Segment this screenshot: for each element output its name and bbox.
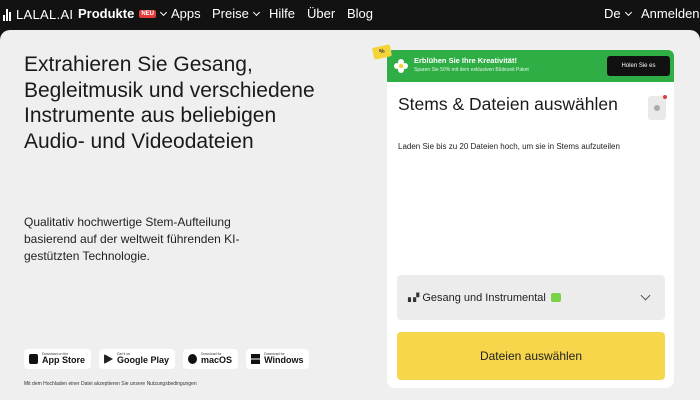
- separation-mode-select[interactable]: ▖▞ Gesang und Instrumental: [397, 275, 665, 320]
- nav-item-ueber[interactable]: Über: [307, 6, 335, 21]
- login-label: Anmelden: [641, 6, 700, 21]
- hero-subtitle: Qualitativ hochwertige Stem-Aufteilung b…: [24, 215, 240, 263]
- discount-tag: %: [371, 44, 393, 60]
- app-store-button[interactable]: Download on the App Store: [24, 349, 92, 369]
- chevron-down-icon: [624, 8, 632, 16]
- windows-icon: [251, 354, 261, 364]
- apple-icon: [29, 354, 38, 364]
- logo[interactable]: LALAL.AI: [3, 7, 73, 22]
- top-navbar: LALAL.AI Produkte NEU Apps Preise Hilfe …: [0, 0, 700, 30]
- chevron-down-icon: [159, 8, 168, 16]
- store-badges: Download on the App Store Get it on Goog…: [24, 349, 310, 369]
- nav-item-apps[interactable]: Apps: [171, 6, 201, 21]
- main-content: Extrahieren Sie Gesang, Begleitmusik und…: [0, 30, 700, 400]
- upload-card: Stems & Dateien auswählen Laden Sie bis …: [387, 82, 674, 388]
- nav-item-label: Blog: [347, 6, 374, 21]
- new-badge: NEU: [139, 9, 157, 18]
- choose-files-button[interactable]: Dateien auswählen: [397, 332, 665, 380]
- google-play-button[interactable]: Get it on Google Play: [99, 349, 176, 369]
- mode-label: Gesang und Instrumental: [422, 291, 546, 304]
- language-label: De: [604, 6, 621, 21]
- macos-icon: [188, 354, 198, 364]
- windows-button[interactable]: Download for Windows: [246, 349, 310, 369]
- promo-banner: % Erblühen Sie Ihre Kreativität! Sparen …: [371, 44, 674, 82]
- nav-item-preise[interactable]: Preise: [212, 6, 260, 21]
- flower-icon: [394, 59, 408, 73]
- store-big-text: Windows: [264, 355, 304, 366]
- nav-item-label: Hilfe: [269, 6, 296, 21]
- nav-item-blog[interactable]: Blog: [347, 6, 373, 21]
- card-description: Laden Sie bis zu 20 Dateien hoch, um sie…: [398, 142, 620, 151]
- language-selector[interactable]: De: [604, 6, 632, 21]
- gear-icon: [654, 105, 660, 111]
- settings-button[interactable]: [648, 95, 667, 120]
- hero-title: Extrahieren Sie Gesang, Begleitmusik und…: [24, 53, 315, 153]
- google-play-icon: [104, 354, 114, 364]
- login-link[interactable]: Anmelden: [641, 6, 700, 21]
- nav-item-hilfe[interactable]: Hilfe: [269, 6, 295, 21]
- promo-title: Erblühen Sie Ihre Kreativität!: [414, 56, 517, 65]
- mode-badge-icon: [550, 293, 561, 302]
- chevron-down-icon: [252, 8, 260, 16]
- card-title: Stems & Dateien auswählen: [398, 94, 618, 114]
- promo-get-button[interactable]: Holen Sie es: [607, 56, 670, 76]
- nav-item-label: Preise: [212, 6, 249, 21]
- chevron-down-icon: [640, 290, 651, 301]
- nav-item-label: Über: [307, 6, 336, 21]
- notification-dot: [663, 95, 667, 99]
- logo-bars-icon: [3, 8, 13, 21]
- nav-item-label: Produkte: [78, 6, 135, 21]
- store-big-text: Google Play: [117, 355, 170, 366]
- logo-text: LALAL.AI: [16, 7, 74, 22]
- macos-button[interactable]: Download for macOS: [183, 349, 239, 369]
- terms-notice: Mit dem Hochladen einer Datei akzeptiere…: [24, 381, 197, 387]
- nav-item-label: Apps: [171, 6, 201, 21]
- waveform-icon: ▖▞: [408, 293, 419, 302]
- nav-item-produkte[interactable]: Produkte NEU: [78, 6, 168, 21]
- store-big-text: macOS: [201, 355, 233, 366]
- promo-text: Sparen Sie 50% mit dem exklusiven Blütez…: [414, 67, 529, 73]
- store-big-text: App Store: [42, 355, 86, 366]
